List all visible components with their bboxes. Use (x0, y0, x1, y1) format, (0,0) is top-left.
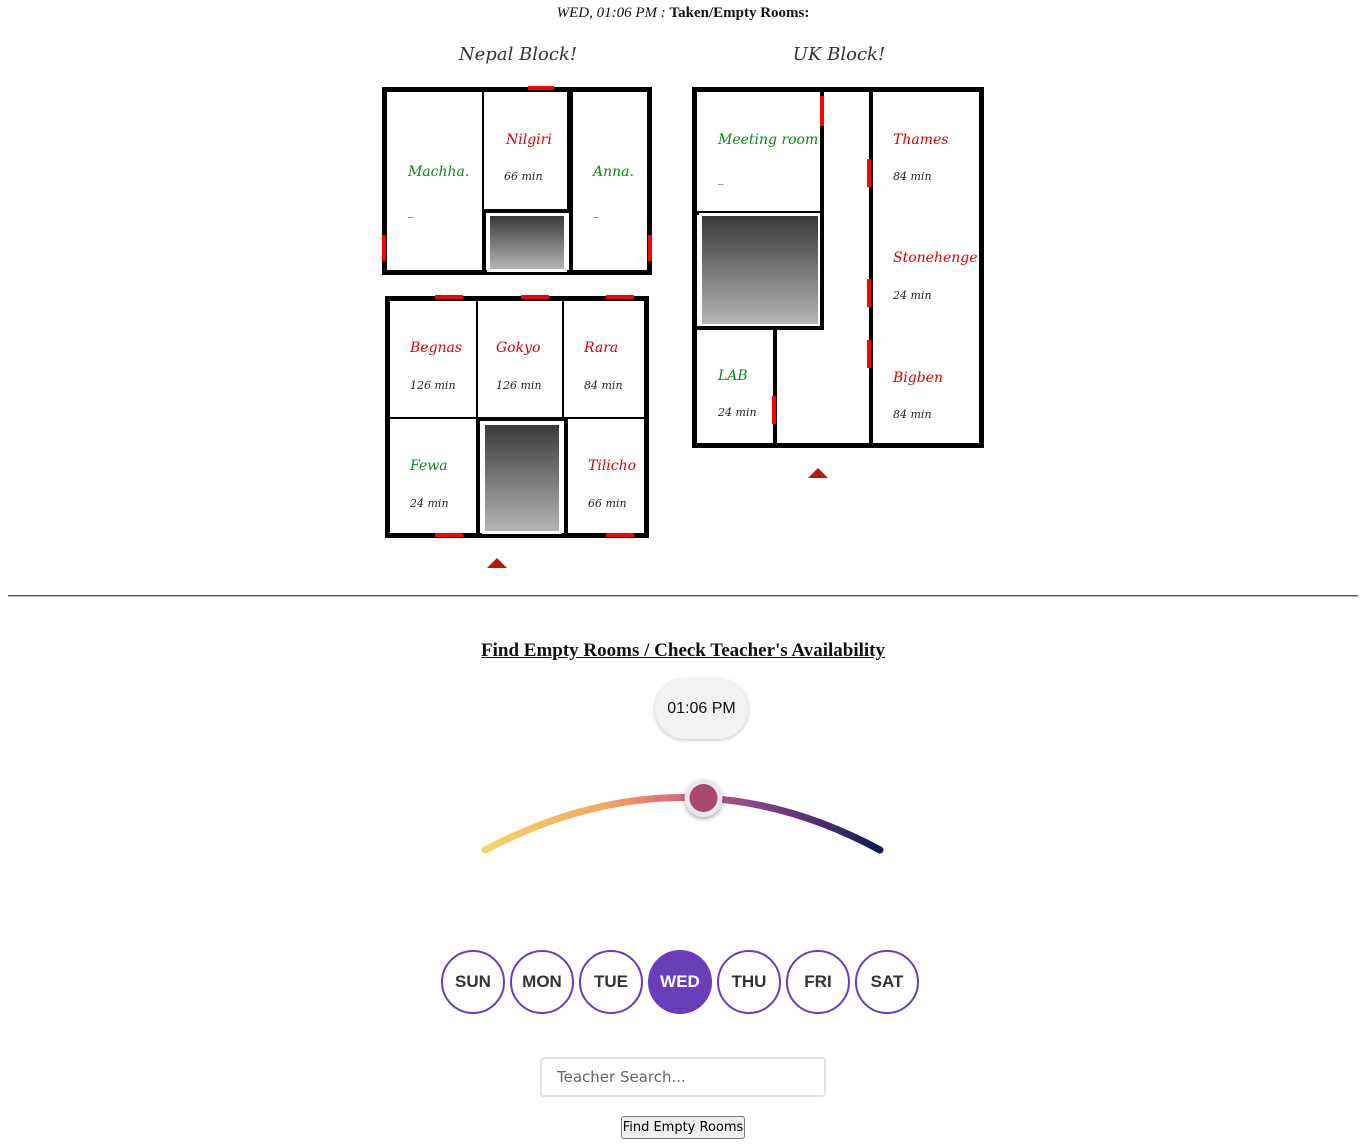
room-machha[interactable]: Machha. _ (387, 92, 486, 270)
room-name: Fewa (410, 458, 448, 474)
status-label: Taken/Empty Rooms: (669, 5, 810, 21)
door-lab (772, 396, 776, 424)
nepal-upper-floor: Machha. _ Nilgiri 66 min Anna. _ (382, 87, 652, 275)
room-meeting[interactable]: Meeting room _ (697, 92, 824, 215)
room-begnas[interactable]: Begnas 126 min (390, 301, 480, 421)
door-bigben (867, 340, 871, 368)
door-gokyo (521, 295, 549, 299)
room-anna[interactable]: Anna. _ (569, 92, 647, 270)
room-fewa[interactable]: Fewa 24 min (390, 419, 480, 533)
arc-track[interactable] (481, 794, 884, 854)
room-meta: 126 min (410, 379, 456, 392)
uk-staircase (699, 213, 821, 327)
room-name: Gokyo (496, 340, 541, 356)
nepal-entrance-arrow-icon (487, 558, 507, 568)
day-button-wed[interactable]: WED (648, 950, 712, 1014)
day-selector: SUN MON TUE WED THU FRI SAT (441, 950, 919, 1014)
current-day-time: WED, 01:06 PM : (556, 5, 666, 21)
nepal-lower-staircase (482, 422, 562, 534)
day-button-tue[interactable]: TUE (579, 950, 643, 1014)
day-button-fri[interactable]: FRI (786, 950, 850, 1014)
room-rara[interactable]: Rara 84 min (564, 301, 644, 421)
day-button-mon[interactable]: MON (510, 950, 574, 1014)
room-meta: 84 min (584, 379, 623, 392)
room-stonehenge[interactable]: Stonehenge 24 min (869, 208, 979, 332)
room-tilicho[interactable]: Tilicho 66 min (564, 419, 644, 533)
nepal-upper-staircase (487, 213, 567, 272)
arc-knob[interactable] (684, 779, 723, 817)
room-meta: 24 min (718, 406, 757, 419)
room-meta: 66 min (504, 170, 543, 183)
room-meta: 126 min (496, 379, 542, 392)
teacher-search-input[interactable] (540, 1057, 826, 1097)
door-tilicho (606, 533, 634, 537)
door-stonehenge (867, 279, 871, 307)
uk-floor: Meeting room _ LAB 24 min Thames 84 min … (692, 87, 984, 448)
door-meeting (820, 96, 824, 126)
door-rara (606, 295, 634, 299)
room-name: Stonehenge (893, 250, 978, 266)
room-name: Nilgiri (506, 132, 552, 148)
door-nilgiri (528, 86, 554, 90)
status-line: WED, 01:06 PM : Taken/Empty Rooms: (0, 5, 1366, 22)
uk-entrance-arrow-icon (808, 468, 828, 478)
room-name: LAB (718, 368, 748, 384)
finder-title: Find Empty Rooms / Check Teacher's Avail… (481, 640, 885, 661)
room-name: Anna. (593, 164, 634, 180)
time-arc-slider[interactable] (470, 770, 900, 880)
room-name: Tilicho (588, 458, 637, 474)
door-machha (382, 235, 386, 261)
room-bigben[interactable]: Bigben 84 min (869, 328, 979, 443)
room-thames[interactable]: Thames 84 min (869, 92, 979, 212)
room-name: Thames (893, 132, 949, 148)
day-button-sun[interactable]: SUN (441, 950, 505, 1014)
room-meta: _ (593, 205, 599, 218)
nepal-lower-floor: Begnas 126 min Gokyo 126 min Rara 84 min… (385, 296, 649, 538)
find-empty-rooms-button[interactable]: Find Empty Rooms (621, 1116, 745, 1139)
door-fewa (435, 533, 463, 537)
room-meta: _ (408, 205, 414, 218)
room-meta: 84 min (893, 170, 932, 183)
room-nilgiri[interactable]: Nilgiri 66 min (484, 92, 571, 213)
room-lab[interactable]: LAB 24 min (697, 330, 777, 443)
time-display: 01:06 PM (655, 679, 748, 739)
day-button-sat[interactable]: SAT (855, 950, 919, 1014)
day-button-thu[interactable]: THU (717, 950, 781, 1014)
room-meta: 24 min (410, 497, 449, 510)
room-name: Rara (584, 340, 619, 356)
section-divider (8, 595, 1358, 597)
uk-block-title: UK Block! (792, 44, 886, 65)
room-meta: 84 min (893, 408, 932, 421)
room-name: Bigben (893, 370, 943, 386)
room-name: Begnas (410, 340, 463, 356)
room-meta: 24 min (893, 289, 932, 302)
room-meta: 66 min (588, 497, 627, 510)
door-anna (648, 235, 652, 261)
door-begnas (435, 295, 463, 299)
nepal-block-title: Nepal Block! (458, 44, 578, 65)
room-meta: _ (718, 172, 724, 185)
uk-corridor-wall (820, 92, 824, 330)
room-name: Meeting room (718, 132, 819, 148)
room-gokyo[interactable]: Gokyo 126 min (478, 301, 566, 421)
door-thames (867, 159, 871, 187)
room-name: Machha. (408, 164, 470, 180)
